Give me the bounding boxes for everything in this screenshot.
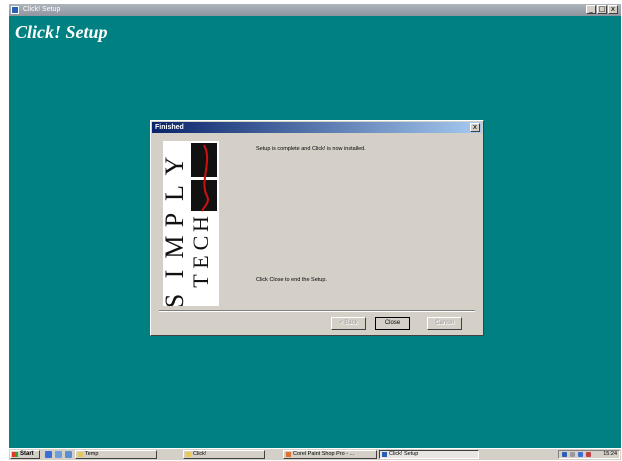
finish-message: Setup is complete and Click! is now inst… (256, 146, 366, 152)
task-label: Corel Paint Shop Pro - ... (293, 451, 355, 457)
task-label: Click! (193, 451, 207, 457)
logo-left-letters: S I MPLY (163, 156, 189, 306)
folder-icon (186, 452, 191, 457)
logo-letter: C (188, 236, 213, 251)
task-temp[interactable]: Temp (75, 450, 157, 459)
maximize-button[interactable]: □ (597, 5, 607, 14)
task-click[interactable]: Click! (183, 450, 265, 459)
task-label: Click! Setup (389, 451, 419, 457)
paint-shop-pro-icon (286, 452, 291, 457)
close-hint: Click Close to end the Setup. (256, 277, 327, 283)
finished-dialog: Finished x S I MPLY TECH Setup is complete… (150, 120, 484, 336)
desktop-icon[interactable] (55, 451, 62, 458)
window-controls: _ □ x (586, 5, 618, 14)
antivirus-icon[interactable] (586, 452, 591, 457)
logo-letter: H (188, 216, 213, 232)
back-button[interactable]: < Back (331, 317, 366, 330)
close-button[interactable]: Close (375, 317, 410, 330)
task-label: Temp (85, 451, 99, 457)
simply-tech-logo: S I MPLY TECH (163, 141, 219, 306)
logo-letter: M (163, 235, 189, 258)
logo-letter: P (163, 213, 189, 227)
windows-logo-icon (12, 452, 18, 457)
setup-app-icon (11, 6, 19, 14)
logo-letter: Y (163, 156, 189, 175)
screen: Click! Setup _ □ x Click! Setup Finished… (9, 4, 621, 460)
window-close-button[interactable]: x (608, 5, 618, 14)
simply-tech-logo-graphic: S I MPLY TECH (163, 143, 217, 306)
logo-letter: S (163, 294, 189, 306)
start-button[interactable]: Start (10, 450, 40, 459)
setup-window-titlebar[interactable]: Click! Setup _ □ x (9, 4, 621, 16)
setup-icon (382, 452, 387, 457)
minimize-button[interactable]: _ (586, 5, 596, 14)
cancel-button[interactable]: Cancel (427, 317, 462, 330)
start-label: Start (20, 451, 34, 457)
dialog-titlebar[interactable]: Finished x (152, 122, 482, 133)
dialog-divider (159, 310, 475, 312)
volume-icon[interactable] (570, 452, 575, 457)
logo-letter: I (163, 270, 189, 279)
dialog-close-button[interactable]: x (470, 123, 480, 132)
task-paint-shop-pro[interactable]: Corel Paint Shop Pro - ... (283, 450, 377, 459)
ie-icon[interactable] (45, 451, 52, 458)
dialog-title: Finished (155, 124, 184, 131)
setup-heading: Click! Setup (15, 22, 108, 42)
logo-letter: L (163, 185, 189, 201)
clock: 15:24 (603, 451, 617, 457)
setup-window-title: Click! Setup (23, 6, 61, 13)
folder-icon (78, 452, 83, 457)
network-icon[interactable] (562, 452, 567, 457)
logo-letter: E (188, 255, 213, 268)
logo-right-letters: TECH (188, 216, 213, 288)
system-tray: 15:24 (558, 450, 620, 459)
logo-letter: T (188, 274, 213, 288)
media-icon[interactable] (65, 451, 72, 458)
taskbar: Start Temp Click! Corel Paint Shop Pro -… (9, 448, 621, 460)
messenger-icon[interactable] (578, 452, 583, 457)
task-click-setup[interactable]: Click! Setup (379, 450, 479, 459)
